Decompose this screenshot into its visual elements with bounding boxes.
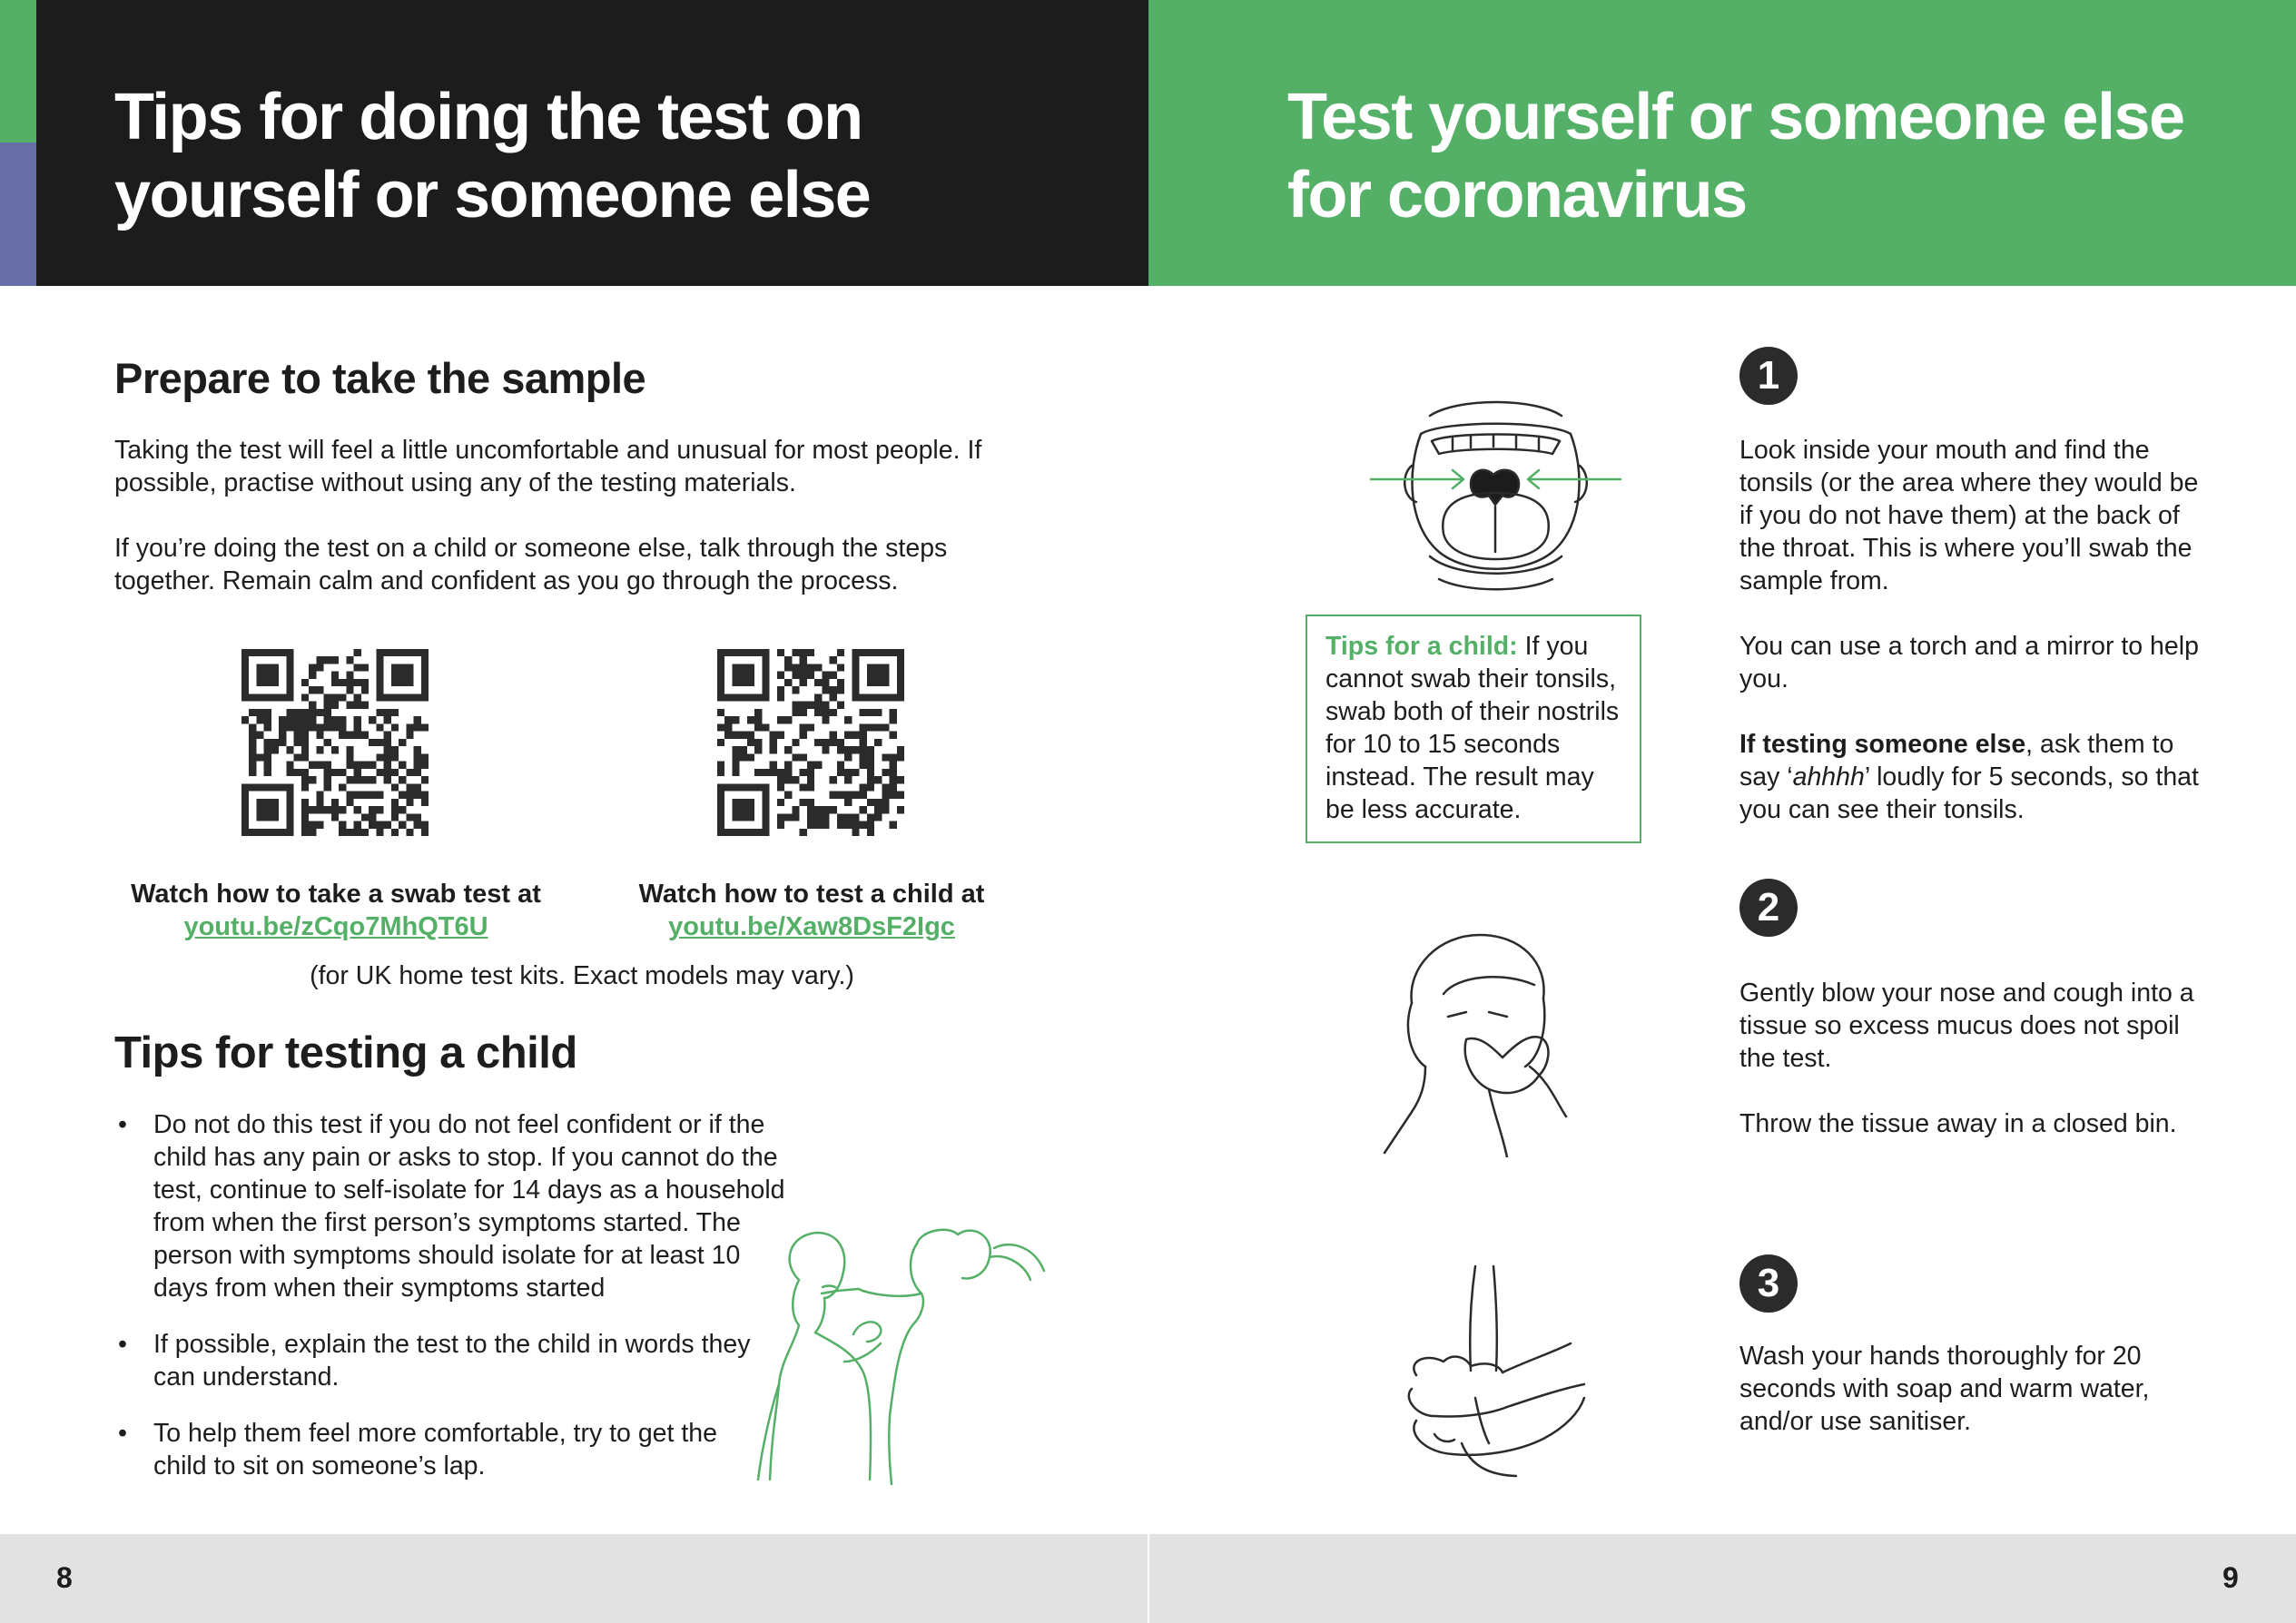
child-tips-heading: Tips for testing a child bbox=[114, 1028, 577, 1077]
list-item-text: If possible, explain the test to the chi… bbox=[153, 1330, 751, 1392]
step-2-text: Gently blow your nose and cough into a t… bbox=[1739, 979, 2194, 1073]
open-mouth-illustration bbox=[1369, 400, 1622, 591]
kits-note: (for UK home test kits. Exact models may… bbox=[310, 961, 854, 990]
step-number-1: 1 bbox=[1739, 347, 1798, 405]
bullet: • bbox=[118, 1419, 127, 1448]
tips-for-child-box: Tips for a child: If you cannot swab the… bbox=[1306, 615, 1641, 843]
prepare-paragraph-1: Taking the test will feel a little uncom… bbox=[114, 436, 982, 497]
footer-bar-right bbox=[1149, 1534, 2296, 1623]
blowing-nose-illustration bbox=[1383, 933, 1568, 1157]
right-page-title: Test yourself or someone else for corona… bbox=[1287, 81, 2185, 231]
prepare-paragraph-2: If you’re doing the test on a child or s… bbox=[114, 534, 948, 595]
qr-code-child-video[interactable] bbox=[717, 649, 904, 836]
step-1-text-3: If testing someone else, ask them to say… bbox=[1739, 728, 2212, 826]
step-1-text: Look inside your mouth and find the tons… bbox=[1739, 436, 2199, 595]
page-number-right: 9 bbox=[2222, 1561, 2239, 1594]
step-number-3: 3 bbox=[1739, 1254, 1798, 1313]
step-1-italic: ahhhh bbox=[1792, 762, 1865, 792]
qr-code-swab-video[interactable] bbox=[241, 649, 429, 836]
step-3-text: Wash your hands thoroughly for 20 second… bbox=[1739, 1342, 2150, 1436]
accent-stripe-purple bbox=[0, 143, 36, 286]
step-number-2: 2 bbox=[1739, 879, 1798, 937]
step-1-text-2: You can use a torch and a mirror to help… bbox=[1739, 632, 2199, 693]
step-1-bold-lead: If testing someone else bbox=[1739, 730, 2026, 759]
list-item-text: To help them feel more comfortable, try … bbox=[153, 1419, 717, 1480]
prepare-heading: Prepare to take the sample bbox=[114, 354, 646, 402]
page-number-left: 8 bbox=[56, 1561, 73, 1594]
hand-washing-illustration bbox=[1407, 1264, 1586, 1478]
video-caption-child: Watch how to test a child at youtu.be/Xa… bbox=[599, 878, 1024, 943]
list-item: • If possible, explain the test to the ch… bbox=[114, 1328, 753, 1393]
accent-stripe-green bbox=[0, 0, 36, 143]
bullet: • bbox=[118, 1110, 127, 1139]
left-page-title: Tips for doing the test on yourself or s… bbox=[114, 81, 872, 231]
tips-box-lead: Tips for a child: bbox=[1325, 632, 1518, 661]
swab-video-link[interactable]: youtu.be/zCqo7MhQT6U bbox=[114, 910, 557, 943]
list-item: • To help them feel more comfortable, try… bbox=[114, 1417, 753, 1482]
video-caption-text: Watch how to test a child at bbox=[638, 880, 985, 909]
video-caption-swab: Watch how to take a swab test at youtu.b… bbox=[114, 878, 557, 943]
bullet: • bbox=[118, 1330, 127, 1359]
list-item-text: Do not do this test if you do not feel c… bbox=[153, 1110, 785, 1303]
child-testing-illustration bbox=[756, 1228, 1046, 1486]
footer-bar-left bbox=[0, 1534, 1148, 1623]
step-2-text-2: Throw the tissue away in a closed bin. bbox=[1739, 1109, 2177, 1138]
child-video-link[interactable]: youtu.be/Xaw8DsF2Igc bbox=[599, 910, 1024, 943]
video-caption-text: Watch how to take a swab test at bbox=[131, 880, 541, 909]
